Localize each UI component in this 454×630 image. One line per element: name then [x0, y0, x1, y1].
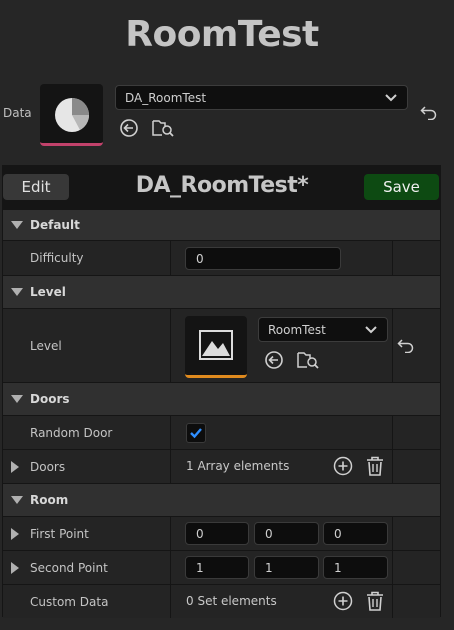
use-selected-icon[interactable]: [264, 350, 284, 370]
property-label: Doors: [30, 459, 66, 474]
first-point-y-input[interactable]: 0: [254, 522, 319, 545]
add-element-icon[interactable]: [333, 456, 353, 476]
category-room[interactable]: Room: [3, 484, 440, 516]
category-label: Default: [30, 218, 80, 232]
page-title: RoomTest: [125, 14, 319, 55]
use-selected-icon[interactable]: [119, 118, 139, 138]
reset-column-divider: [392, 241, 393, 275]
property-label: First Point: [30, 526, 89, 541]
level-asset-combo[interactable]: RoomTest: [258, 317, 388, 342]
first-point-x-input[interactable]: 0: [185, 522, 249, 545]
data-asset-value: DA_RoomTest: [125, 90, 207, 105]
category-doors[interactable]: Doors: [3, 383, 440, 415]
caret-down-icon: [11, 221, 23, 229]
property-label: Level: [30, 338, 62, 353]
browse-folder-icon[interactable]: [152, 118, 174, 138]
checkmark-icon: [190, 428, 202, 439]
caret-right-icon: [11, 561, 19, 574]
add-element-icon[interactable]: [333, 591, 353, 611]
chevron-down-icon: [365, 325, 377, 333]
category-default[interactable]: Default: [3, 210, 440, 240]
level-asset-thumbnail[interactable]: [185, 316, 247, 378]
reset-arrow-icon[interactable]: [420, 106, 437, 120]
category-label: Room: [30, 493, 69, 507]
level-asset-value: RoomTest: [268, 322, 326, 337]
caret-down-icon: [11, 395, 23, 403]
property-label: Custom Data: [30, 594, 109, 609]
property-label: Random Door: [30, 425, 113, 440]
second-point-z-input[interactable]: 1: [323, 556, 388, 579]
property-label: Difficulty: [30, 251, 84, 265]
difficulty-input[interactable]: 0: [185, 247, 341, 270]
caret-right-icon: [11, 460, 19, 473]
asset-title: DA_RoomTest*: [135, 173, 309, 198]
column-divider[interactable]: [170, 517, 171, 618]
data-asset-thumbnail[interactable]: [40, 84, 103, 146]
browse-folder-icon[interactable]: [297, 350, 319, 370]
data-asset-combo[interactable]: DA_RoomTest: [115, 85, 408, 110]
category-level[interactable]: Level: [3, 276, 440, 308]
column-divider[interactable]: [170, 309, 171, 382]
save-button[interactable]: Save: [364, 174, 439, 200]
reset-column-divider: [392, 416, 393, 483]
second-point-x-input[interactable]: 1: [185, 556, 249, 579]
caret-down-icon: [11, 288, 23, 296]
first-point-z-input[interactable]: 0: [323, 522, 388, 545]
property-row-random-door: Random Door: [3, 416, 440, 449]
reset-arrow-icon[interactable]: [397, 339, 414, 353]
reset-column-divider: [392, 309, 393, 382]
caret-down-icon: [11, 496, 23, 504]
category-label: Doors: [30, 392, 70, 406]
data-property-label: Data: [3, 106, 32, 120]
property-label: Second Point: [30, 560, 108, 575]
second-point-y-input[interactable]: 1: [254, 556, 319, 579]
trash-icon[interactable]: [366, 456, 384, 476]
column-divider[interactable]: [170, 416, 171, 483]
column-divider[interactable]: [170, 241, 171, 275]
trash-icon[interactable]: [366, 591, 384, 611]
data-asset-icon: [55, 98, 89, 132]
chevron-down-icon: [385, 93, 397, 101]
custom-data-set-count: 0 Set elements: [186, 594, 277, 608]
level-map-icon: [199, 330, 233, 360]
category-label: Level: [30, 285, 66, 299]
edit-button[interactable]: Edit: [3, 174, 69, 200]
reset-column-divider: [392, 517, 393, 618]
caret-right-icon: [11, 527, 19, 540]
doors-array-count: 1 Array elements: [186, 459, 290, 473]
random-door-checkbox[interactable]: [186, 423, 206, 443]
